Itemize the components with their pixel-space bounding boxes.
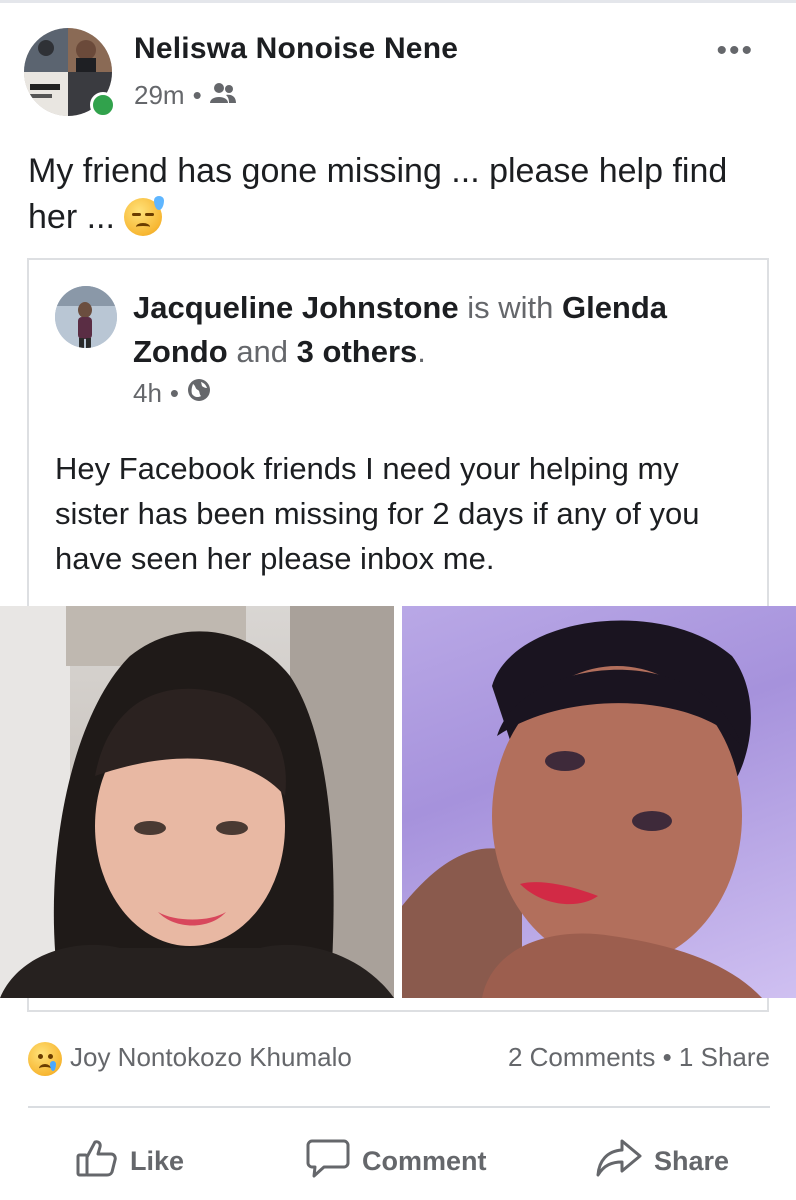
post-actions-bar: Like Comment Share — [28, 1124, 770, 1190]
others-link[interactable]: 3 others — [297, 334, 418, 369]
engagement-counts: 2 Comments • 1 Share — [508, 1042, 770, 1073]
missing-person-photo-2[interactable] — [402, 606, 796, 998]
engagement-row: Joy Nontokozo Khumalo 2 Comments • 1 Sha… — [28, 1040, 770, 1080]
and-text: and — [236, 334, 289, 369]
header-period: . — [417, 334, 426, 369]
globe-icon[interactable] — [187, 378, 211, 409]
more-options-icon[interactable]: ••• — [716, 34, 754, 68]
like-button[interactable]: Like — [76, 1138, 184, 1185]
meta-separator: • — [192, 80, 202, 110]
shared-post-header: Jacqueline Johnstone is with Glenda Zond… — [133, 286, 743, 374]
reactor-name[interactable]: Joy Nontokozo Khumalo — [70, 1042, 352, 1073]
post-text: My friend has gone missing ... please he… — [28, 148, 768, 240]
like-label: Like — [130, 1146, 185, 1176]
comments-count[interactable]: 2 Comments — [508, 1042, 655, 1072]
post-meta: 29m • — [134, 80, 236, 111]
share-arrow-icon — [596, 1138, 642, 1185]
post-author-name[interactable]: Neliswa Nonoise Nene — [134, 32, 458, 66]
shares-count[interactable]: 1 Share — [679, 1042, 770, 1072]
with-text: is with — [467, 290, 554, 325]
thumbs-up-icon — [76, 1138, 118, 1185]
shared-author-name[interactable]: Jacqueline Johnstone — [133, 290, 459, 325]
share-button[interactable]: Share — [596, 1138, 729, 1185]
shared-post-time[interactable]: 4h — [133, 378, 162, 409]
missing-person-photo-1[interactable] — [0, 606, 394, 998]
comment-bubble-icon — [306, 1138, 350, 1185]
post-time[interactable]: 29m — [134, 80, 185, 111]
sad-sweat-emoji-icon — [124, 196, 165, 236]
actions-divider — [28, 1106, 770, 1108]
comment-button[interactable]: Comment — [306, 1138, 487, 1185]
friends-icon[interactable] — [209, 80, 236, 111]
top-divider — [0, 0, 796, 3]
shared-post-text: Hey Facebook friends I need your helping… — [55, 451, 700, 576]
share-label: Share — [654, 1146, 730, 1176]
counts-separator: • — [662, 1042, 672, 1072]
online-status-dot — [90, 92, 116, 118]
photo-gap — [394, 606, 402, 998]
post-header: Neliswa Nonoise Nene 29m • ••• — [24, 28, 772, 120]
shared-post-meta: 4h • — [133, 378, 211, 409]
meta-separator: • — [169, 378, 180, 408]
comment-label: Comment — [362, 1146, 487, 1176]
shared-author-avatar[interactable] — [55, 286, 117, 348]
sad-reaction-icon[interactable] — [28, 1042, 62, 1076]
